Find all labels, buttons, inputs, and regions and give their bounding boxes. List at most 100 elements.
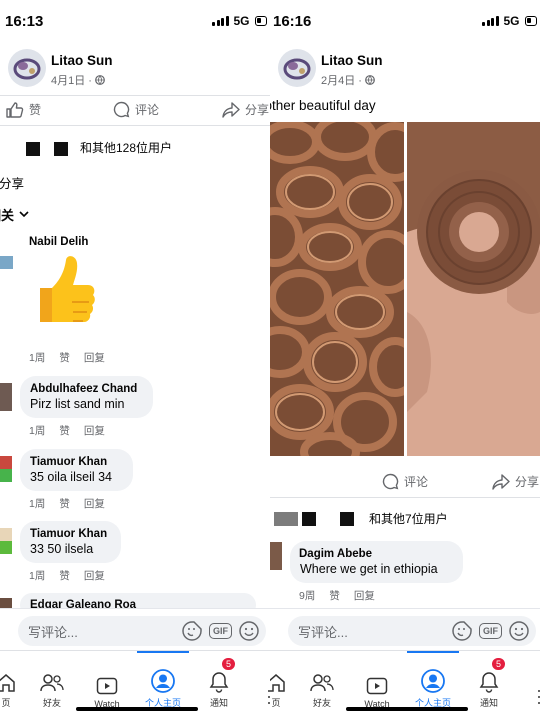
comment-like-link[interactable]: 赞 [59,350,70,365]
comment-like-link[interactable]: 赞 [329,588,340,603]
gif-button[interactable]: GIF [479,623,502,639]
commenter-name[interactable]: Tiamuor Khan [30,528,111,540]
comment-button[interactable]: 评论 [382,473,428,490]
share-button[interactable]: 分享 [222,101,269,118]
redacted-avatar [340,512,354,526]
post-photo-seal-in-hand[interactable] [407,122,540,456]
author-avatar[interactable] [278,49,316,87]
comment-label: 评论 [404,475,429,489]
comment-time: 1周 [29,498,46,510]
signal-icon [212,16,229,26]
status-indicators: 5G [482,14,537,28]
network-label: 5G [503,14,520,28]
status-time: 16:16 [273,13,312,30]
comment-reply-link[interactable]: 回复 [354,588,375,603]
home-indicator [346,707,468,711]
comment-reply-link[interactable]: 回复 [84,496,105,511]
divider [270,497,540,498]
nav-menu[interactable] [518,651,540,709]
bell-icon [209,672,229,693]
friends-icon [40,674,64,692]
comment-input[interactable]: 写评论... GIF [18,616,266,646]
author-name[interactable]: Litao Sun [51,53,113,68]
nav-menu[interactable] [248,651,270,709]
commenter-name[interactable]: Abdulhafeez Chand [30,383,143,395]
reactions-count[interactable]: 和其他128位用户 [80,139,172,156]
divider [0,95,270,96]
comment-reply-link[interactable]: 回复 [84,423,105,438]
reactions-count[interactable]: 和其他7位用户 [369,510,448,527]
comment-like-link[interactable]: 赞 [59,423,70,438]
share-label: 分享 [515,475,540,489]
comment-meta: 1周 赞 回复 [29,350,105,365]
nav-notifications-label: 通知 [479,698,498,708]
redacted-avatar [26,142,40,156]
nav-watch[interactable]: Watch [349,651,405,709]
comment-time: 9周 [299,590,316,602]
redacted-avatar [54,142,68,156]
like-button[interactable]: 赞 [6,101,41,118]
comment-like-link[interactable]: 赞 [59,496,70,511]
comment-meta: 1周 赞 回复 [29,496,105,511]
share-icon [222,101,240,118]
status-time: 16:13 [5,13,44,30]
globe-icon [365,75,375,85]
seal-in-hand-image [407,122,540,456]
post-date-text: 2月4日 · [321,75,362,87]
post-text: Another beautiful day [270,98,376,113]
sticker-icon[interactable] [181,620,203,642]
shares-count[interactable]: 2分享 [0,173,24,192]
nav-profile[interactable]: 个人主页 [135,651,191,709]
video-icon [366,677,388,695]
home-indicator [76,707,198,711]
nav-notifications[interactable]: 通知 5 [461,651,517,709]
commenter-avatar[interactable] [0,256,13,269]
comment-button[interactable]: 评论 [113,101,159,118]
comment-input-placeholder: 写评论... [28,624,78,640]
author-name[interactable]: Litao Sun [321,53,383,68]
comment-text: Pirz list sand min [30,397,125,411]
comment-meta: 9周 赞 回复 [299,588,375,603]
comment-reply-link[interactable]: 回复 [84,568,105,583]
emoji-icon[interactable] [238,620,260,642]
sticker-icon[interactable] [451,620,473,642]
nav-friends[interactable]: 好友 [24,651,80,709]
nav-friends[interactable]: 好友 [294,651,350,709]
redacted-avatar [274,512,298,526]
comment-meta: 1周 赞 回复 [29,423,105,438]
nav-friends-label: 好友 [312,698,331,708]
comment-like-link[interactable]: 赞 [59,568,70,583]
profile-icon [421,669,445,693]
post-date-text: 4月1日 · [51,75,92,87]
commenter-avatar[interactable] [0,456,12,482]
home-icon [270,674,285,692]
post-photo-seals-pile[interactable] [270,122,404,456]
nav-home-label: 页 [271,698,281,708]
comment-icon [382,473,399,490]
share-button[interactable]: 分享 [492,473,539,490]
comment-text: 35 oila ilseil 34 [30,470,112,484]
commenter-avatar[interactable] [0,383,12,411]
comment-input[interactable]: 写评论... GIF [288,616,536,646]
nav-watch[interactable]: Watch [79,651,135,709]
signal-icon [482,16,499,26]
comment-reply-link[interactable]: 回复 [84,350,105,365]
comment-time: 1周 [29,352,46,364]
author-avatar[interactable] [8,49,46,87]
commenter-name[interactable]: Dagim Abebe [299,548,453,560]
gif-button[interactable]: GIF [209,623,232,639]
comment-bubble: Dagim Abebe Where we get in ethiopia [290,541,463,583]
comment-sort-dropdown[interactable]: 相关 [0,205,29,224]
comment-text: 33 50 ilsela [30,542,94,556]
commenter-avatar[interactable] [0,528,12,554]
commenter-name[interactable]: Tiamuor Khan [30,456,123,468]
globe-icon [95,75,105,85]
nav-notifications[interactable]: 通知 5 [191,651,247,709]
commenter-name[interactable]: Nabil Delih [29,236,88,248]
comment-input-placeholder: 写评论... [298,624,348,640]
emoji-icon[interactable] [508,620,530,642]
nav-profile[interactable]: 个人主页 [405,651,461,709]
commenter-avatar[interactable] [270,542,282,570]
redacted-avatar [302,512,316,526]
nav-friends-label: 好友 [42,698,61,708]
